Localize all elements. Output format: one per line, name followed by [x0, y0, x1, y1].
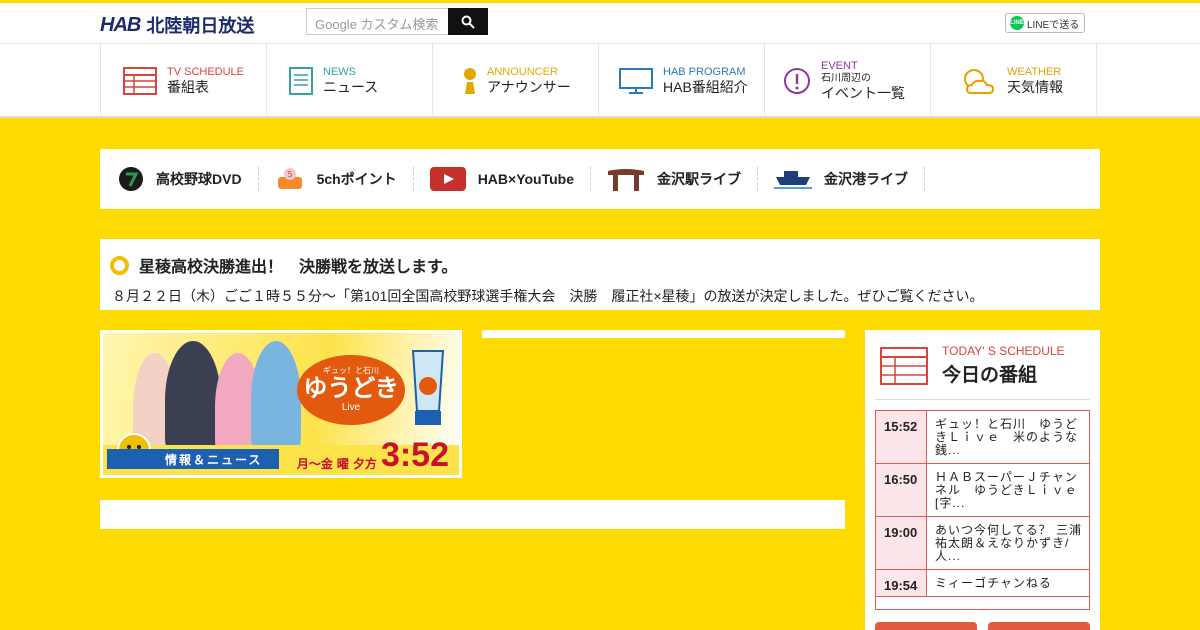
line-icon: LINE: [1010, 16, 1024, 30]
nav-ja-label: 番組表: [167, 78, 209, 95]
news-notice[interactable]: 星稜高校決勝進出！ 決勝戦を放送します。 ８月２２日（木）ごご１時５５分～「第1…: [100, 239, 1100, 310]
banner-time: 3:52: [380, 436, 449, 474]
schedule-row[interactable]: 15:52 ギュッ！と石川 ゆうどきＬｉｖｅ 米のような銭...: [876, 411, 1089, 464]
today-ja-label: 今日の番組: [942, 365, 1038, 386]
schedule-time: 16:50: [876, 464, 927, 516]
banner-suffix: 曜: [336, 457, 349, 471]
news-icon: [289, 66, 313, 95]
5ch-point-icon: 5: [277, 168, 302, 189]
quick-link-label: HAB×YouTube: [477, 171, 574, 187]
schedule-title: ＨＡＢスーパーＪチャンネル ゆうどきＬｉｖｅ[字...: [935, 470, 1078, 510]
svg-text:5: 5: [287, 170, 292, 179]
schedule-button-left[interactable]: [875, 622, 977, 630]
banner-image: ギュッ！と石川 ゆうどき Live 情報＆ニュース 月～金 曜 夕方 3:52: [103, 333, 459, 475]
nav-en-label: EVENT: [821, 59, 858, 72]
circle-bullet-icon: [110, 255, 129, 275]
schedule-list[interactable]: 15:52 ギュッ！と石川 ゆうどきＬｉｖｅ 米のような銭... 16:50 Ｈ…: [875, 410, 1090, 610]
nav-ja-label: HAB番組紹介: [663, 78, 748, 95]
quick-link-kanazawa-station[interactable]: 金沢駅ライブ: [607, 167, 758, 191]
tv-schedule-icon: [123, 66, 157, 95]
banner-info-label: 情報＆ニュース: [107, 449, 279, 469]
quick-link-5ch-point[interactable]: 5 5chポイント: [275, 167, 414, 191]
nav-ja-label: 天気情報: [1007, 78, 1063, 95]
line-share-button[interactable]: LINE LINEで送る: [1005, 13, 1085, 33]
search-button[interactable]: [448, 8, 488, 35]
nav-item-tv-schedule[interactable]: TV SCHEDULE 番組表: [101, 44, 267, 117]
weather-icon: [964, 68, 995, 94]
tv-monitor-icon: [619, 67, 653, 94]
schedule-time: 19:54: [876, 570, 927, 596]
kanazawa-port-icon: [774, 171, 812, 189]
quick-link-label: 5chポイント: [316, 171, 397, 187]
schedule-time: 19:00: [876, 517, 927, 569]
schedule-button-right[interactable]: [988, 622, 1090, 630]
schedule-row[interactable]: 19:00 あいつ今何してる？ 三浦祐太朗＆えなりかずき/人...: [876, 517, 1089, 570]
yudoki-live-logo: ギュッ！と石川 ゆうどき Live: [297, 355, 405, 425]
quick-link-label: 金沢港ライブ: [824, 171, 908, 187]
banner-days: 月～金: [296, 457, 333, 471]
baseball-dvd-icon: [119, 167, 143, 191]
schedule-time: 15:52: [876, 411, 927, 463]
tv-schedule-icon: [880, 346, 928, 385]
quick-link-label: 高校野球DVD: [156, 171, 242, 187]
nav-item-news[interactable]: NEWS ニュース: [267, 44, 433, 117]
search-icon: [461, 15, 475, 29]
nav-ja-label: アナウンサー: [487, 78, 571, 95]
program-banner[interactable]: ギュッ！と石川 ゆうどき Live 情報＆ニュース 月～金 曜 夕方 3:52: [100, 330, 462, 478]
today-en-label: TODAY' S SCHEDULE: [942, 344, 1065, 358]
quick-link-label: 金沢駅ライブ: [657, 171, 741, 187]
youtube-icon: [429, 167, 466, 191]
nav-ja-label: イベント一覧: [821, 84, 905, 101]
nav-en-label: WEATHER: [1007, 65, 1062, 78]
main-nav: TV SCHEDULE 番組表 NEWS ニュース ANNOUNCER アナウン…: [0, 43, 1200, 118]
logo-mark: HAB: [100, 13, 141, 36]
quick-link-youtube[interactable]: HAB×YouTube: [429, 167, 591, 191]
site-logo[interactable]: HAB 北陸朝日放送: [100, 12, 254, 38]
schedule-title: ギュッ！と石川 ゆうどきＬｉｖｅ 米のような銭...: [935, 417, 1079, 457]
event-icon: [784, 67, 810, 94]
schedule-title: ミィーゴチャンねる: [935, 576, 1052, 590]
nav-ja-label: ニュース: [323, 78, 379, 95]
announcer-icon: [464, 67, 476, 94]
logo-main-text: ゆうどき: [303, 374, 399, 402]
nav-item-event[interactable]: EVENT 石川周辺の イベント一覧: [765, 44, 931, 117]
nav-item-weather[interactable]: WEATHER 天気情報: [931, 44, 1097, 117]
schedule-title: あいつ今何してる？ 三浦祐太朗＆えなりかずき/人...: [935, 523, 1082, 563]
search-form: Google カスタム検索: [306, 8, 488, 35]
blender-icon: [411, 350, 445, 425]
quick-links-bar: 高校野球DVD 5 5chポイント HAB×YouTube 金沢駅ライブ 金沢港…: [100, 149, 1100, 209]
today-schedule-panel: TODAY' S SCHEDULE 今日の番組 15:52 ギュッ！と石川 ゆう…: [865, 330, 1100, 630]
nav-ja-small-label: 石川周辺の: [821, 72, 871, 84]
banner-broadcast-time: 月～金 曜 夕方 3:52: [297, 438, 449, 472]
schedule-row[interactable]: 16:50 ＨＡＢスーパーＪチャンネル ゆうどきＬｉｖｅ[字...: [876, 464, 1089, 517]
line-share-label: LINEで送る: [1027, 19, 1080, 31]
logo-sub-text: Live: [341, 402, 361, 414]
nav-en-label: TV SCHEDULE: [167, 65, 245, 78]
search-input[interactable]: Google カスタム検索: [306, 8, 448, 35]
content-placeholder-bar: [482, 330, 845, 338]
quick-link-baseball-dvd[interactable]: 高校野球DVD: [118, 167, 259, 191]
notice-title: 星稜高校決勝進出！ 決勝戦を放送します。: [139, 259, 458, 276]
nav-item-announcer[interactable]: ANNOUNCER アナウンサー: [433, 44, 599, 117]
notice-body: ８月２２日（木）ごご１時５５分～「第101回全国高校野球選手権大会 決勝 履正社…: [112, 288, 984, 304]
nav-item-hab-program[interactable]: HAB PROGRAM HAB番組紹介: [599, 44, 765, 117]
site-header: HAB 北陸朝日放送 Google カスタム検索 LINE LINEで送る: [0, 0, 1200, 43]
nav-en-label: ANNOUNCER: [487, 65, 558, 78]
today-schedule-header: TODAY' S SCHEDULE 今日の番組: [875, 340, 1090, 400]
nav-en-label: HAB PROGRAM: [663, 65, 746, 78]
quick-link-kanazawa-port[interactable]: 金沢港ライブ: [774, 167, 925, 191]
banner-evening: 夕方: [352, 457, 377, 471]
content-placeholder-box: [100, 500, 845, 529]
kanazawa-station-icon: [608, 169, 644, 191]
nav-en-label: NEWS: [323, 65, 356, 78]
schedule-row[interactable]: 19:54 ミィーゴチャンねる: [876, 570, 1089, 597]
logo-name: 北陸朝日放送: [146, 16, 255, 36]
